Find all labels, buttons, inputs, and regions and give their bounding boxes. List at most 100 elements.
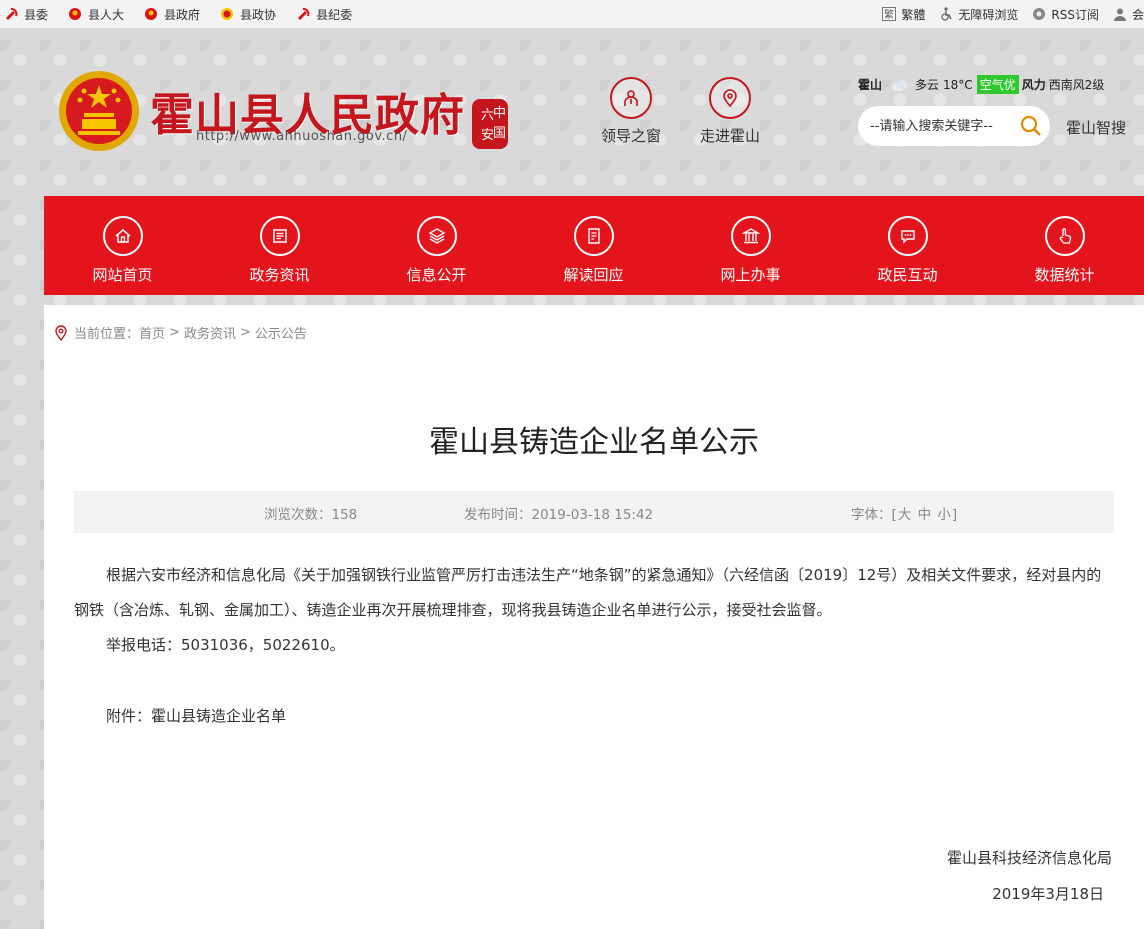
report-phone-paragraph: 举报电话：5031036，5022610。 [106,636,345,654]
nav-item-online-services[interactable]: 网上办事 [672,196,829,295]
font-size-large[interactable]: 大 [898,507,912,523]
attachment-line: 附件：霍山县铸造企业名单 [74,699,1114,734]
article-meta-bar: 浏览次数：158 发布时间：2019-03-18 15:42 字体：[大 中 小… [74,491,1114,533]
visit-huoshan-button[interactable]: 走进霍山 [690,77,770,146]
member-link[interactable]: 会 [1113,6,1144,23]
issue-date: 2019年3月18日 [992,885,1104,903]
breadcrumb: 当前位置： 首页 > 政务资讯 > 公示公告 [54,323,307,342]
wind-value: 西南风2级 [1048,78,1105,92]
top-link-cppcc[interactable]: 县政协 [220,6,276,23]
breadcrumb-home[interactable]: 首页 [139,323,165,342]
top-link-peoples-congress[interactable]: 县人大 [68,6,124,23]
top-link-label: 县政府 [164,7,201,22]
nav-label: 政务资讯 [249,266,310,284]
article-body: 根据六安市经济和信息化局《关于加强钢铁行业监管严厉打击违法生产“地条钢”的紧急通… [74,558,1114,734]
weather-city: 霍山 [858,78,883,92]
top-links: 县委 县人大 县政府 县政协 县纪委 [4,0,372,28]
location-pin-icon [709,77,751,119]
top-utility-bar: 县委 县人大 县政府 县政协 县纪委 繁 繁體 无障碍浏览 RSS订阅 会 [0,0,1144,29]
national-emblem-logo[interactable] [58,69,140,155]
chat-bubble-icon [887,216,928,256]
view-count: 浏览次数：158 [264,507,358,523]
nav-item-statistics[interactable]: 数据统计 [986,196,1143,295]
accessibility-icon [941,7,953,21]
search-input[interactable] [868,117,1012,135]
issuer-signature: 霍山县科技经济信息化局 [946,849,1112,867]
member-label: 会 [1131,7,1144,22]
user-icon [1113,8,1126,21]
breadcrumb-prefix: 当前位置： [74,327,140,342]
breadcrumb-news[interactable]: 政务资讯 [184,323,236,342]
top-link-government[interactable]: 县政府 [144,6,200,23]
location-pin-icon [55,324,67,341]
visit-huoshan-label: 走进霍山 [699,127,760,145]
top-link-party-committee[interactable]: 县委 [4,6,48,23]
hand-pointer-icon [1044,216,1085,256]
nav-item-info-disclosure[interactable]: 信息公开 [358,196,515,295]
accessibility-label: 无障碍浏览 [958,7,1019,22]
font-size-close: ] [951,507,958,523]
news-icon [259,216,300,256]
svg-text:繁: 繁 [884,8,894,21]
national-emblem-icon [69,8,82,20]
nav-item-interpretation[interactable]: 解读回应 [515,196,672,295]
svg-text:国: 国 [493,126,506,141]
liuan-china-seal: 六 中 安 国 [472,99,508,149]
font-size-medium[interactable]: 中 [918,507,932,523]
top-link-label: 县人大 [88,7,125,22]
top-right-tools: 繁 繁體 无障碍浏览 RSS订阅 会 [868,0,1144,28]
site-header: 霍山县人民政府 http://www.ahhuoshan.gov.cn/ 六 中… [0,29,1144,195]
top-link-discipline[interactable]: 县纪委 [296,6,352,23]
cloudy-icon [892,79,909,91]
top-link-label: 县政协 [240,7,277,22]
article-panel: 当前位置： 首页 > 政务资讯 > 公示公告 霍山县铸造企业名单公示 浏览次数：… [44,305,1144,929]
party-emblem-icon [6,8,18,20]
nav-item-home[interactable]: 网站首页 [44,196,201,295]
rss-link[interactable]: RSS订阅 [1032,6,1099,23]
home-icon [102,216,143,256]
top-link-label: 县纪委 [316,7,353,22]
government-building-icon [730,216,771,256]
attachment-label: 附件： [106,707,152,725]
nav-label: 网站首页 [92,266,153,284]
rss-label: RSS订阅 [1051,7,1099,22]
rss-icon [1033,8,1046,20]
search-icon[interactable] [1020,115,1042,137]
leaders-window-button[interactable]: 领导之窗 [591,77,671,146]
top-link-label: 县委 [24,7,49,22]
nav-item-interaction[interactable]: 政民互动 [829,196,986,295]
site-url: http://www.ahhuoshan.gov.cn/ [196,129,408,144]
font-size-small[interactable]: 小 [937,507,951,523]
breadcrumb-separator: > [239,325,251,340]
nav-label: 数据统计 [1034,266,1095,284]
document-edit-icon [573,216,614,256]
article-paragraph: 根据六安市经济和信息化局《关于加强钢铁行业监管严厉打击违法生产“地条钢”的紧急通… [74,566,1102,619]
nav-item-news[interactable]: 政务资讯 [201,196,358,295]
weather-temperature: 18°C [943,77,973,92]
attachment-link[interactable]: 霍山县铸造企业名单 [151,707,286,725]
nav-label: 解读回应 [563,266,624,284]
breadcrumb-announcements[interactable]: 公示公告 [255,323,307,342]
nav-label: 政民互动 [877,266,938,284]
nav-label: 信息公开 [406,266,467,284]
traditional-chinese-label: 繁體 [901,7,926,22]
traditional-chinese-icon: 繁 [882,7,897,21]
traditional-chinese-link[interactable]: 繁 繁體 [882,6,925,23]
publish-time: 发布时间：2019-03-18 15:42 [464,507,654,523]
national-emblem-icon [145,8,158,20]
leaders-window-label: 领导之窗 [600,127,661,145]
wind-label: 风力 [1021,78,1046,92]
air-quality-badge: 空气优 [976,75,1019,94]
nav-label: 网上办事 [720,266,781,284]
weather-widget: 霍山 多云 18°C 空气优 风力 西南风2级 [858,75,1104,94]
layers-icon [416,216,457,256]
search-box [858,106,1050,146]
smart-search-link[interactable]: 霍山智搜 [1066,117,1126,138]
leader-icon [610,77,652,119]
font-size-label: 字体：[ [851,507,897,523]
party-emblem-icon [298,8,310,20]
main-nav: 网站首页 政务资讯 信息公开 解读回应 网上办事 政民互动 数据统计 [44,196,1144,295]
weather-condition: 多云 [915,78,940,92]
accessibility-link[interactable]: 无障碍浏览 [939,6,1018,23]
